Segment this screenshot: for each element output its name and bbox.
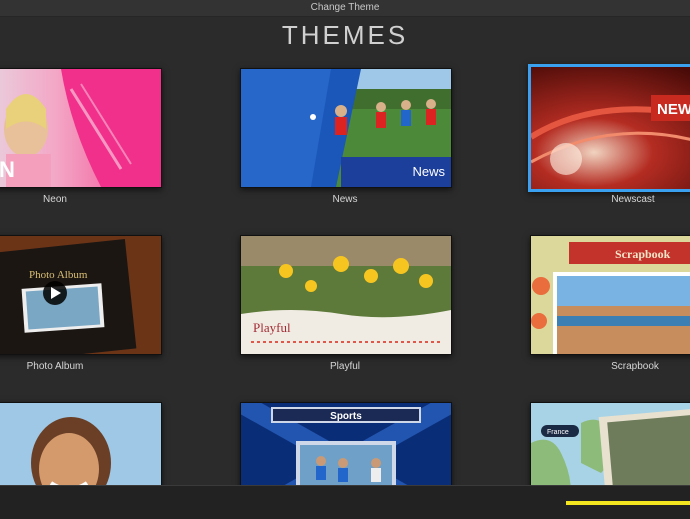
theme-label-scrapbook: Scrapbook [611, 361, 659, 372]
theme-thumbnail-playful[interactable]: Playful [240, 235, 452, 355]
theme-label-newscast: Newscast [611, 194, 655, 205]
news-overlay-text: News [412, 164, 445, 179]
theme-label-playful: Playful [329, 361, 360, 372]
theme-thumbnail-sports[interactable]: Sports [240, 402, 452, 485]
theme-thumbnail-row3-1[interactable] [0, 402, 162, 485]
theme-thumbnail-neon[interactable]: N [0, 68, 162, 188]
travel-preview-image: France [531, 403, 690, 485]
portrait-preview-image [0, 403, 161, 485]
playful-preview-image: Playful [241, 236, 451, 354]
loading-progress-bar [566, 501, 690, 505]
neon-preview-image: N [0, 69, 161, 187]
scrapbook-overlay-text: Scrapbook [615, 247, 671, 261]
theme-label-photo-album: Photo Album [26, 361, 84, 372]
theme-label-neon: Neon [43, 194, 67, 205]
sports-preview-image: Sports [241, 403, 451, 485]
scrapbook-preview-image: Scrapbook [531, 236, 690, 354]
travel-overlay-text: France [547, 429, 569, 436]
theme-label-news: News [332, 194, 358, 205]
neon-letter: N [0, 157, 15, 182]
news-preview-image: News [241, 69, 451, 187]
newscast-preview-image: NEW [531, 67, 690, 189]
theme-thumbnail-newscast[interactable]: NEW [528, 64, 690, 192]
theme-thumbnail-travel[interactable]: France [530, 402, 690, 485]
playful-overlay-text: Playful [253, 320, 291, 335]
photo-album-overlay-text: Photo Album [29, 269, 88, 281]
sports-overlay-text: Sports [330, 411, 362, 422]
bottom-toolbar [0, 485, 690, 519]
theme-thumbnail-news[interactable]: News [240, 68, 452, 188]
theme-grid: N Neon News News NEW Newscast Photo Albu… [0, 0, 690, 485]
photo-album-preview-image: Photo Album [0, 236, 161, 354]
theme-thumbnail-photo-album[interactable]: Photo Album [0, 235, 162, 355]
theme-thumbnail-scrapbook[interactable]: Scrapbook [530, 235, 690, 355]
newscast-overlay-text: NEW [657, 101, 690, 118]
